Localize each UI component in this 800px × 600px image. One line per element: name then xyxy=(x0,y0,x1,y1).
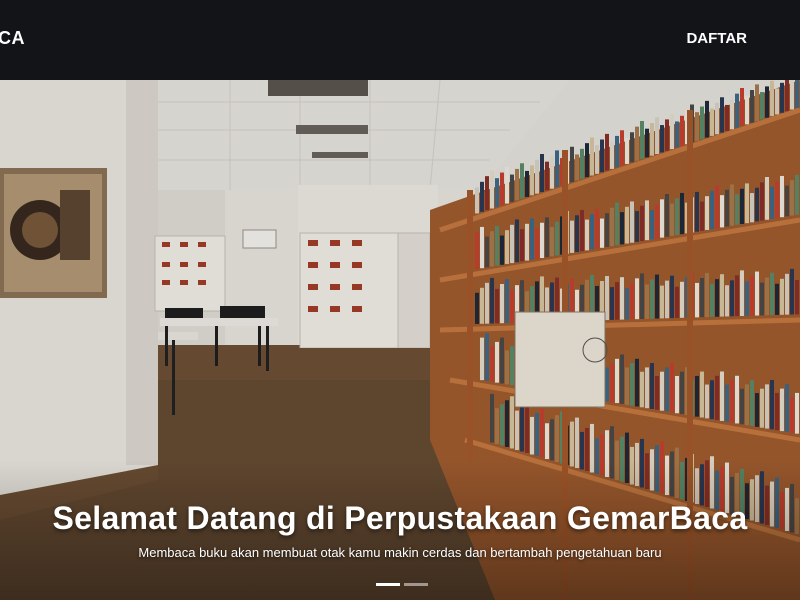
navbar: CA DAFTAR xyxy=(0,0,800,80)
hero-carousel: Selamat Datang di Perpustakaan GemarBaca… xyxy=(0,80,800,600)
brand-logo[interactable]: CA xyxy=(0,28,25,49)
hero-subtitle: Membaca buku akan membuat otak kamu maki… xyxy=(138,545,662,560)
daftar-link[interactable]: DAFTAR xyxy=(686,30,747,47)
carousel-indicator-2[interactable] xyxy=(404,583,428,586)
hero-title: Selamat Datang di Perpustakaan GemarBaca xyxy=(52,500,748,536)
carousel-indicators xyxy=(376,583,428,586)
carousel-indicator-1[interactable] xyxy=(376,583,400,586)
